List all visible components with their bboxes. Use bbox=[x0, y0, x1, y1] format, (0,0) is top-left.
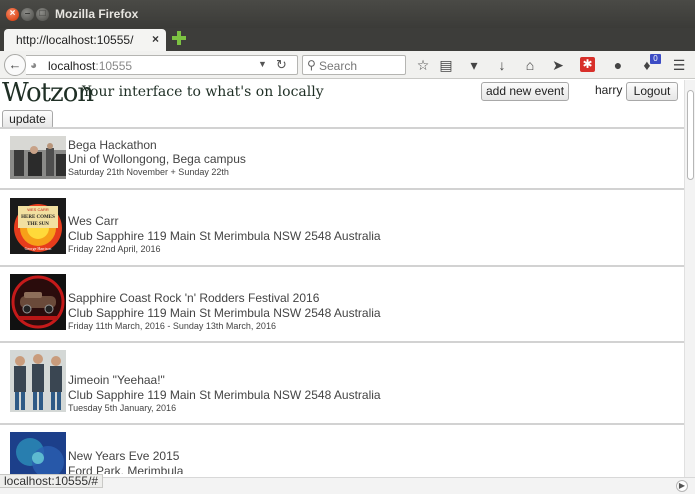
browser-tab[interactable]: http://localhost:10555/ × bbox=[4, 29, 166, 51]
window-maximize-button[interactable]: □ bbox=[36, 8, 49, 21]
logout-button[interactable]: Logout bbox=[626, 82, 678, 101]
event-poster-image: WES CARR HERE COMES THE SUN George Harri… bbox=[10, 198, 66, 254]
event-photo-image bbox=[10, 136, 66, 179]
chat-icon[interactable]: ● bbox=[609, 56, 627, 74]
new-tab-plus-icon[interactable] bbox=[172, 31, 186, 45]
event-venue: Club Sapphire 119 Main St Merimbula NSW … bbox=[68, 306, 381, 320]
event-date: Tuesday 5th January, 2016 bbox=[68, 403, 177, 413]
url-history-dropdown-icon[interactable]: ▼ bbox=[258, 59, 267, 69]
window-minimize-button[interactable]: – bbox=[21, 8, 34, 21]
event-title[interactable]: Sapphire Coast Rock 'n' Rodders Festival… bbox=[68, 291, 319, 305]
event-venue: Club Sapphire 119 Main St Merimbula NSW … bbox=[68, 229, 381, 243]
event-venue: Ford Park, Merimbula bbox=[68, 464, 184, 474]
poster-text-line2: THE SUN bbox=[27, 222, 49, 227]
status-bar: localhost:10555/# bbox=[0, 474, 104, 488]
reload-icon[interactable]: ↻ bbox=[276, 57, 287, 73]
event-item[interactable]: Bega Hackathon Uni of Wollongong, Bega c… bbox=[0, 127, 684, 188]
event-thumbnail bbox=[10, 432, 66, 474]
event-thumbnail bbox=[10, 274, 66, 330]
back-button[interactable]: ← bbox=[4, 54, 26, 76]
event-date: Friday 22nd April, 2016 bbox=[68, 244, 161, 254]
event-title[interactable]: Jimeoin "Yeehaa!" bbox=[68, 373, 165, 387]
home-icon[interactable]: ⌂ bbox=[521, 56, 539, 74]
poster-text-line1: HERE COMES bbox=[21, 215, 55, 220]
site-logo[interactable]: Wotzon bbox=[2, 80, 94, 108]
back-arrow-icon: ← bbox=[8, 57, 22, 72]
window-titlebar: × – □ Mozilla Firefox bbox=[0, 0, 695, 28]
hamburger-menu-icon[interactable]: ☰ bbox=[670, 56, 688, 74]
addon-cross-icon[interactable]: ✱ bbox=[580, 57, 595, 72]
event-comedian-image bbox=[10, 350, 66, 412]
search-icon: ⚲ bbox=[307, 58, 316, 72]
scroll-right-arrow-icon[interactable]: ▶ bbox=[676, 480, 688, 492]
poster-text-sub: George Harrison bbox=[25, 246, 52, 251]
event-festival-image bbox=[10, 274, 66, 330]
event-venue: Club Sapphire 119 Main St Merimbula NSW … bbox=[68, 388, 381, 402]
event-title[interactable]: Wes Carr bbox=[68, 214, 118, 228]
globe-icon: ◕ bbox=[30, 58, 38, 72]
poster-text-artist: WES CARR bbox=[27, 207, 49, 212]
event-item[interactable]: New Years Eve 2015 Ford Park, Merimbula bbox=[0, 423, 684, 474]
url-port: :10555 bbox=[95, 59, 133, 73]
search-input[interactable] bbox=[319, 58, 403, 73]
horizontal-scrollbar[interactable]: ▶ bbox=[0, 477, 695, 494]
event-date: Saturday 21th November + Sunday 22th bbox=[68, 167, 229, 177]
event-venue: Uni of Wollongong, Bega campus bbox=[68, 152, 246, 166]
event-item[interactable]: WES CARR HERE COMES THE SUN George Harri… bbox=[0, 188, 684, 265]
event-fireworks-image bbox=[10, 432, 66, 474]
event-thumbnail bbox=[10, 136, 66, 179]
tab-title: http://localhost:10555/ bbox=[16, 33, 134, 47]
site-tagline: Your interface to what's on locally bbox=[82, 84, 324, 100]
tab-close-icon[interactable]: × bbox=[152, 32, 159, 46]
username: harry bbox=[595, 83, 623, 97]
minimize-icon: – bbox=[24, 8, 31, 19]
event-thumbnail bbox=[10, 350, 66, 412]
event-title[interactable]: Bega Hackathon bbox=[68, 138, 157, 152]
pocket-icon[interactable]: ▾ bbox=[465, 56, 483, 74]
notification-badge: 0 bbox=[650, 54, 661, 64]
page-content: Wotzon Your interface to what's on local… bbox=[0, 80, 684, 474]
event-item[interactable]: Jimeoin "Yeehaa!" Club Sapphire 119 Main… bbox=[0, 341, 684, 423]
event-title[interactable]: New Years Eve 2015 bbox=[68, 449, 179, 463]
window-close-button[interactable]: × bbox=[6, 8, 19, 21]
add-new-event-button[interactable]: add new event bbox=[481, 82, 569, 101]
url-host: localhost bbox=[48, 59, 96, 73]
close-icon: × bbox=[9, 8, 16, 19]
vertical-scrollbar-thumb[interactable] bbox=[687, 90, 694, 180]
event-date: Friday 11th March, 2016 - Sunday 13th Ma… bbox=[68, 321, 276, 331]
event-item[interactable]: Sapphire Coast Rock 'n' Rodders Festival… bbox=[0, 265, 684, 341]
url-bar[interactable]: ◕ localhost:10555 ▼ ↻ bbox=[26, 55, 298, 75]
tab-strip: http://localhost:10555/ × bbox=[0, 28, 695, 51]
send-icon[interactable]: ➤ bbox=[549, 56, 567, 74]
bookmark-star-icon[interactable]: ☆ bbox=[414, 56, 432, 74]
maximize-icon: □ bbox=[39, 8, 46, 19]
vertical-scrollbar[interactable] bbox=[684, 80, 695, 477]
search-box[interactable]: ⚲ bbox=[302, 55, 406, 75]
window-title: Mozilla Firefox bbox=[55, 7, 139, 21]
event-thumbnail: WES CARR HERE COMES THE SUN George Harri… bbox=[10, 198, 66, 254]
reading-list-icon[interactable]: ▤ bbox=[437, 56, 455, 74]
downloads-icon[interactable]: ↓ bbox=[493, 56, 511, 74]
url-text: localhost:10555 bbox=[48, 59, 132, 73]
navigation-toolbar: ← ◕ localhost:10555 ▼ ↻ ⚲ ☆ ▤ ▾ ↓ ⌂ ➤ ✱ … bbox=[0, 51, 695, 79]
